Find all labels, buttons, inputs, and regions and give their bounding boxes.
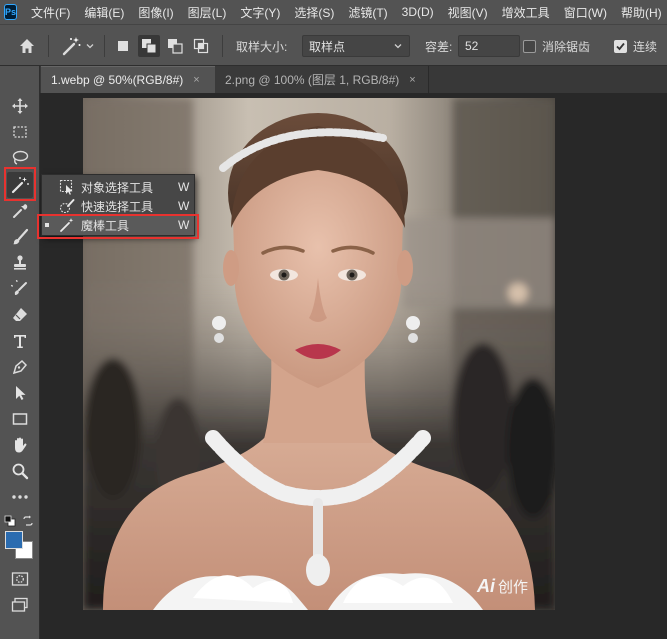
highlight-box-menu-item bbox=[37, 214, 199, 239]
type-icon bbox=[14, 335, 26, 348]
anti-alias-label: 消除锯齿 bbox=[542, 39, 591, 54]
sample-size-select[interactable]: 取样点 bbox=[302, 35, 410, 57]
tolerance-input[interactable]: 52 bbox=[458, 35, 520, 57]
highlight-box-tool bbox=[4, 167, 36, 201]
menu-help[interactable]: 帮助(H) bbox=[621, 4, 662, 21]
checkmark-icon bbox=[616, 42, 625, 50]
subtract-from-selection-button[interactable] bbox=[164, 35, 186, 57]
home-icon bbox=[20, 39, 34, 53]
marquee-icon bbox=[13, 126, 27, 138]
history-brush-tool[interactable] bbox=[7, 276, 33, 302]
hand-icon bbox=[15, 437, 27, 453]
hand-tool[interactable] bbox=[7, 432, 33, 458]
menu-edit[interactable]: 编辑(E) bbox=[84, 4, 124, 21]
path-selection-tool[interactable] bbox=[7, 380, 33, 406]
swap-colors-icon[interactable] bbox=[22, 515, 34, 527]
document-tabs: » 1.webp @ 50%(RGB/8#) × 2.png @ 100% (图… bbox=[0, 64, 667, 93]
contiguous-checkbox[interactable]: 连续 bbox=[614, 25, 657, 67]
intersect-selection-button[interactable] bbox=[190, 35, 212, 57]
photoshop-logo[interactable]: Ps bbox=[4, 4, 18, 20]
menu-image[interactable]: 图像(I) bbox=[138, 4, 173, 21]
chevron-down-icon bbox=[86, 44, 94, 49]
intersect-selection-icon bbox=[193, 38, 209, 54]
tab-label: 1.webp @ 50%(RGB/8#) bbox=[51, 73, 184, 87]
new-selection-icon bbox=[118, 41, 128, 51]
quick-mask-button[interactable] bbox=[7, 566, 33, 592]
tool-preset-picker[interactable] bbox=[60, 25, 95, 67]
flyout-item-quick-selection[interactable]: 快速选择工具 W bbox=[42, 196, 194, 216]
move-tool[interactable] bbox=[7, 93, 33, 119]
menu-file[interactable]: 文件(F) bbox=[31, 4, 70, 21]
eyedropper-icon bbox=[13, 204, 28, 218]
brush-icon bbox=[13, 228, 29, 245]
anti-alias-checkbox[interactable]: 消除锯齿 bbox=[523, 25, 590, 67]
screen-mode-button[interactable] bbox=[7, 592, 33, 618]
tab-label: 2.png @ 100% (图层 1, RGB/8#) bbox=[225, 73, 400, 87]
menu-plugins[interactable]: 增效工具 bbox=[502, 4, 550, 21]
subtract-selection-icon bbox=[168, 39, 183, 54]
sample-size-value: 取样点 bbox=[309, 39, 346, 54]
pen-icon bbox=[12, 359, 28, 375]
brush-tool[interactable] bbox=[7, 224, 33, 250]
type-tool[interactable] bbox=[7, 328, 33, 354]
eyedropper-tool[interactable] bbox=[7, 198, 33, 224]
rectangle-icon bbox=[12, 413, 28, 425]
flyout-shortcut: W bbox=[178, 180, 190, 194]
history-brush-icon bbox=[11, 280, 27, 295]
tab-document-2[interactable]: 2.png @ 100% (图层 1, RGB/8#) × bbox=[215, 66, 429, 93]
menu-select[interactable]: 选择(S) bbox=[294, 4, 334, 21]
tab-document-1[interactable]: 1.webp @ 50%(RGB/8#) × bbox=[41, 66, 215, 93]
menu-window[interactable]: 窗口(W) bbox=[564, 4, 607, 21]
flyout-label: 对象选择工具 bbox=[81, 180, 154, 195]
rectangle-tool[interactable] bbox=[7, 406, 33, 432]
add-selection-icon bbox=[142, 39, 157, 54]
tolerance-value: 52 bbox=[465, 39, 479, 53]
clone-stamp-tool[interactable] bbox=[7, 250, 33, 276]
eraser-icon bbox=[13, 308, 27, 321]
more-icon bbox=[12, 495, 28, 499]
add-to-selection-button[interactable] bbox=[138, 35, 160, 57]
lasso-icon bbox=[12, 150, 29, 165]
watermark-logo: Ai bbox=[477, 576, 495, 596]
flyout-item-object-selection[interactable]: 对象选择工具 W bbox=[42, 177, 194, 197]
menu-type[interactable]: 文字(Y) bbox=[240, 4, 280, 21]
quick-selection-icon bbox=[59, 199, 75, 214]
flyout-shortcut: W bbox=[178, 199, 190, 213]
watermark: Ai 创作 bbox=[477, 576, 528, 597]
sample-size-label: 取样大小: bbox=[236, 39, 288, 54]
edit-toolbar-button[interactable] bbox=[7, 484, 33, 510]
object-selection-icon bbox=[59, 179, 73, 195]
pen-tool[interactable] bbox=[7, 354, 33, 380]
zoom-tool[interactable] bbox=[7, 458, 33, 484]
menu-filter[interactable]: 滤镜(T) bbox=[348, 4, 387, 21]
foreground-color-swatch[interactable] bbox=[5, 531, 23, 549]
contiguous-box[interactable] bbox=[614, 39, 627, 53]
rectangular-marquee-tool[interactable] bbox=[7, 119, 33, 145]
watermark-text: 创作 bbox=[498, 579, 529, 596]
close-icon[interactable]: × bbox=[409, 74, 415, 86]
home-button[interactable] bbox=[18, 25, 36, 67]
contiguous-label: 连续 bbox=[633, 39, 658, 54]
screen-mode-icon bbox=[11, 597, 28, 612]
tolerance-label: 容差: bbox=[425, 39, 453, 54]
menu-view[interactable]: 视图(V) bbox=[448, 4, 488, 21]
chevron-down-icon bbox=[394, 44, 402, 49]
menu-layer[interactable]: 图层(L) bbox=[188, 4, 227, 21]
magic-wand-icon bbox=[62, 37, 81, 56]
default-colors-icon[interactable] bbox=[4, 515, 16, 527]
menu-3d[interactable]: 3D(D) bbox=[402, 5, 434, 19]
menu-bar: Ps 文件(F) 编辑(E) 图像(I) 图层(L) 文字(Y) 选择(S) 滤… bbox=[0, 0, 667, 24]
eraser-tool[interactable] bbox=[7, 302, 33, 328]
flyout-label: 快速选择工具 bbox=[81, 199, 154, 214]
new-selection-button[interactable] bbox=[112, 35, 134, 57]
stamp-icon bbox=[14, 255, 26, 270]
zoom-icon bbox=[12, 463, 29, 480]
close-icon[interactable]: × bbox=[193, 74, 199, 86]
options-bar: 取样大小: 取样点 容差: 52 消除锯齿 连续 bbox=[0, 24, 667, 66]
anti-alias-box[interactable] bbox=[523, 39, 536, 53]
move-icon bbox=[12, 98, 28, 114]
quick-mask-icon bbox=[11, 572, 29, 586]
tools-panel bbox=[0, 66, 40, 639]
cursor-arrow-icon bbox=[16, 386, 26, 400]
